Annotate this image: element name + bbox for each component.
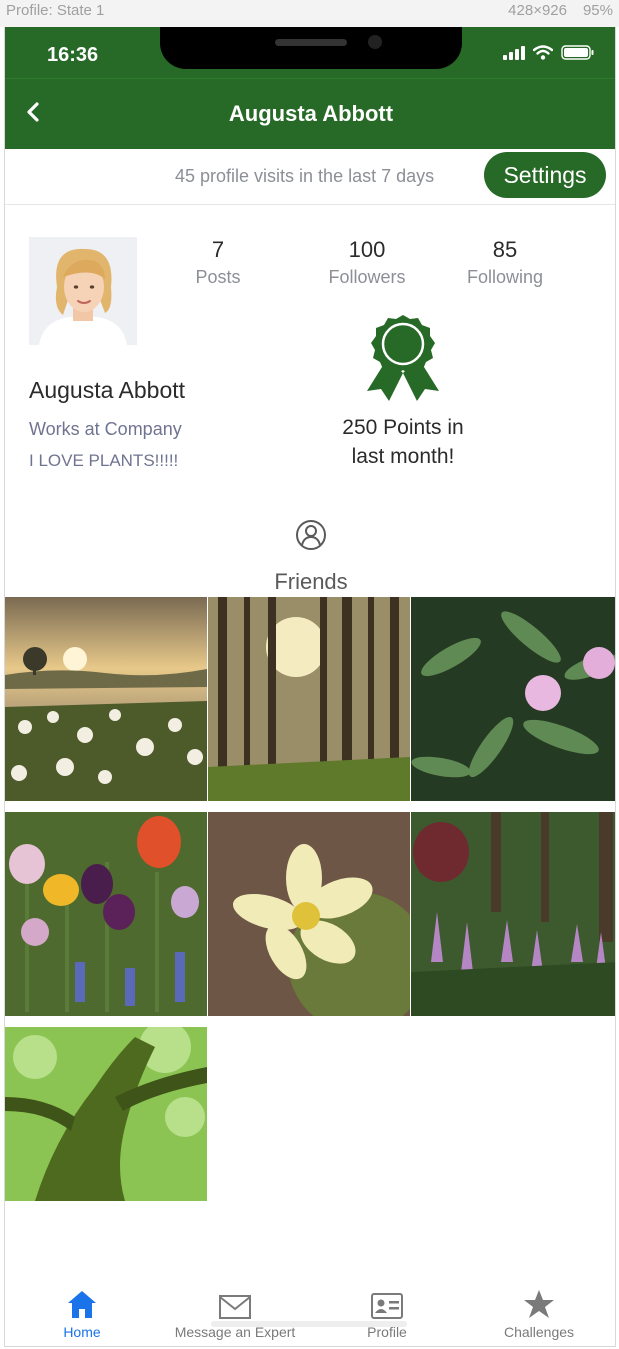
photo-dandelion-field[interactable] [5, 597, 207, 801]
photo-mossy-tree[interactable] [5, 1027, 207, 1201]
profile-name: Augusta Abbott [29, 377, 186, 403]
stat-followers-value: 100 [348, 237, 386, 262]
stat-following-label: Following [466, 267, 544, 287]
award-points-text: 250 Points in last month! [323, 413, 483, 471]
stat-posts-value: 7 [211, 237, 225, 262]
star-icon [469, 1285, 609, 1319]
app-header: 16:36 Augusta Abbott [5, 27, 615, 149]
stat-following[interactable]: 85 Following [445, 237, 565, 288]
status-time: 16:36 [47, 44, 99, 66]
stat-posts-label: Posts [195, 267, 241, 287]
stat-followers[interactable]: 100 Followers [307, 237, 427, 288]
photo-sunlit-forest[interactable] [208, 597, 410, 801]
tab-home-label: Home [63, 1324, 101, 1340]
user-circle-icon[interactable] [295, 519, 327, 551]
stat-followers-label: Followers [328, 267, 406, 287]
viewer-dimensions: 428×926 [508, 2, 567, 19]
photo-tulip-garden[interactable] [5, 812, 207, 1016]
notch-camera [368, 35, 382, 49]
home-indicator[interactable] [211, 1321, 407, 1327]
profile-work: Works at Company [29, 419, 182, 439]
bottom-tab-bar: Home Message an Expert Profile Challenge… [5, 1269, 615, 1346]
photo-lotus-flower[interactable] [208, 812, 410, 1016]
tab-challenges[interactable]: Challenges [469, 1285, 609, 1340]
friends-label[interactable]: Friends [5, 569, 615, 595]
viewer-zoom: 95% [582, 2, 613, 19]
mail-icon [165, 1285, 305, 1319]
wifi-icon [533, 45, 553, 60]
phone-screen: 16:36 Augusta Abbott 45 profile visits i… [4, 27, 616, 1347]
profile-bio: I LOVE PLANTS!!!!! [29, 451, 179, 470]
stat-posts[interactable]: 7 Posts [158, 237, 278, 288]
stat-following-value: 85 [492, 237, 518, 262]
tab-message-an-expert[interactable]: Message an Expert [165, 1285, 305, 1340]
page-title: Augusta Abbott [228, 101, 394, 126]
tab-challenges-label: Challenges [503, 1324, 575, 1340]
prototype-viewer-bar: Profile: State 1 428×926 95% [0, 0, 619, 27]
profile-visits-text: 45 profile visits in the last 7 days [175, 166, 435, 186]
tab-profile[interactable]: Profile [317, 1285, 457, 1340]
award-ribbon-icon [361, 311, 445, 403]
profile-subbar: 45 profile visits in the last 7 days Set… [5, 149, 615, 205]
notch-speaker [275, 39, 347, 46]
viewer-title: Profile: State 1 [6, 2, 105, 19]
award-points-line1: 250 Points in [342, 416, 464, 439]
header-divider [5, 78, 615, 79]
home-icon [12, 1285, 152, 1319]
settings-button[interactable]: Settings [484, 152, 606, 198]
photo-astilbe-garden[interactable] [411, 812, 615, 1016]
tab-home[interactable]: Home [12, 1285, 152, 1340]
avatar [29, 237, 137, 345]
signal-icon [503, 46, 525, 60]
device-notch [160, 27, 462, 69]
battery-icon [561, 45, 595, 60]
id-card-icon [317, 1285, 457, 1319]
status-icons [503, 45, 595, 60]
photo-mimosa-flowers[interactable] [411, 597, 615, 801]
award-points-line2: last month! [351, 445, 455, 468]
